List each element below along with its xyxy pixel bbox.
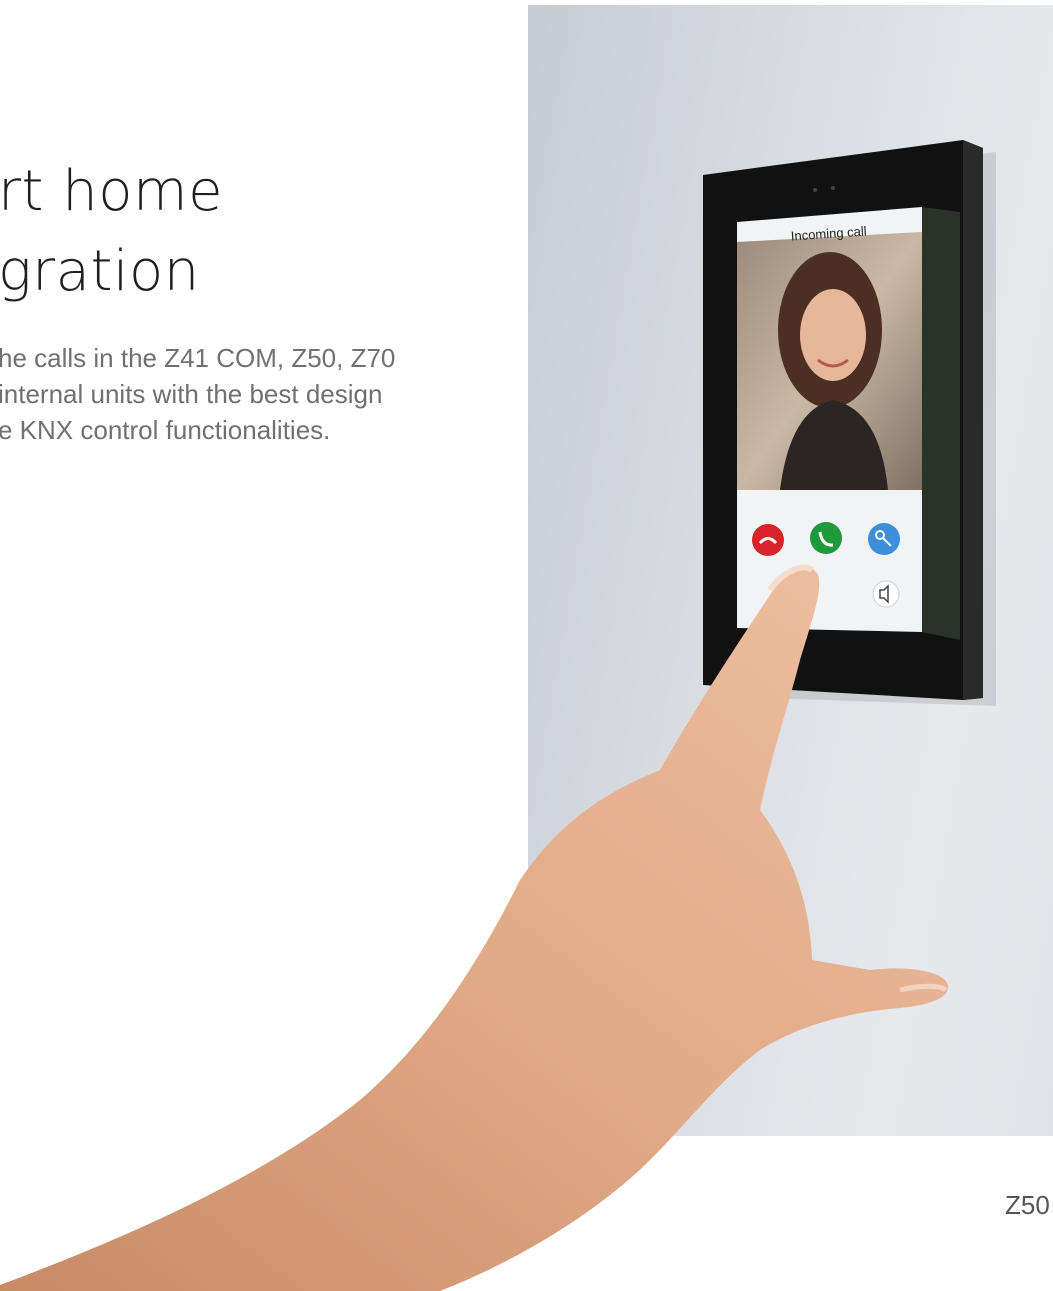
speaker-button[interactable]: [872, 580, 900, 608]
sensor-dot: [831, 186, 835, 190]
device-illustration: Incoming call: [0, 140, 996, 1291]
device-side: [963, 140, 983, 700]
open-door-button[interactable]: [868, 523, 900, 555]
screen-reflection: [922, 207, 960, 640]
accept-call-button[interactable]: [810, 522, 842, 554]
reject-call-button[interactable]: [752, 524, 784, 556]
product-caption: Z50: [1005, 1190, 1050, 1220]
camera-dot: [813, 188, 817, 192]
